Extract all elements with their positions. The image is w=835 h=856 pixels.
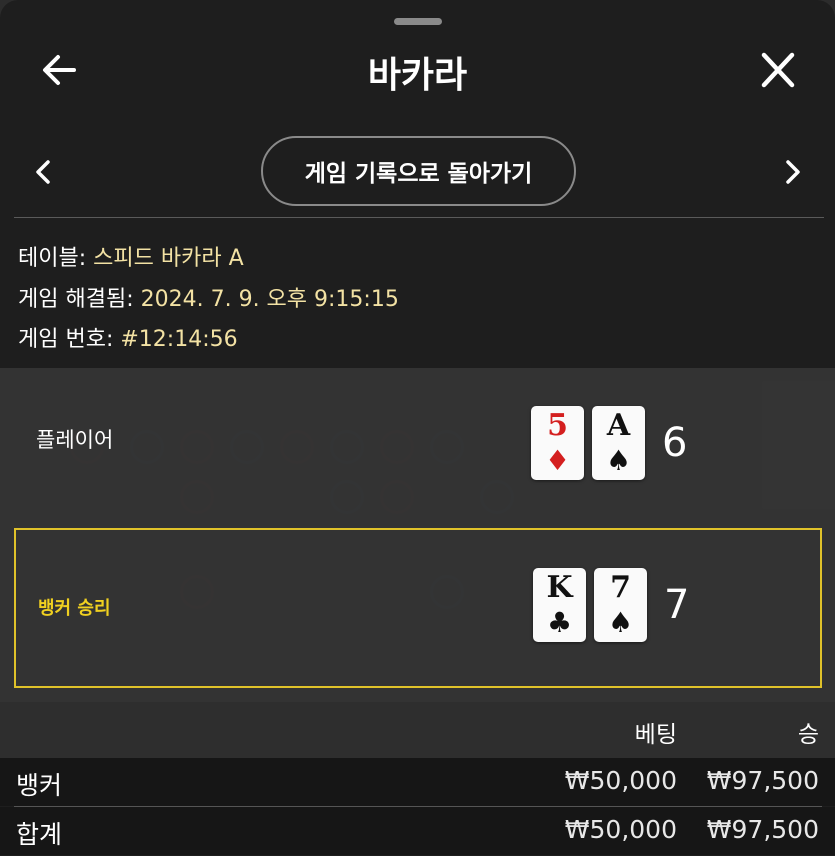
card-rank: K xyxy=(546,570,573,605)
chevron-left-icon xyxy=(36,160,50,184)
bets-table-header: 베팅 승 xyxy=(0,702,835,758)
card-rank: A xyxy=(606,408,631,443)
resolved-value: 2024. 7. 9. 오후 9:15:15 xyxy=(140,287,399,312)
game-number-label: 게임 번호: xyxy=(18,327,121,352)
previous-game-button[interactable] xyxy=(28,156,58,188)
banker-hand: 뱅커 승리 K ♣ 7 ♠ 7 xyxy=(14,528,822,688)
banker-score: 7 xyxy=(664,582,690,628)
diamond-icon: ♦ xyxy=(544,444,571,477)
banker-card-2: 7 ♠ xyxy=(594,568,647,642)
row-win: ₩97,500 xyxy=(706,815,819,844)
divider xyxy=(14,217,824,218)
bet-column-header: 베팅 xyxy=(634,722,677,748)
win-column-header: 승 xyxy=(797,722,819,748)
row-win: ₩97,500 xyxy=(706,766,819,795)
close-icon xyxy=(761,52,795,88)
table-row-total: 합계 ₩50,000 ₩97,500 xyxy=(0,807,835,855)
resolved-label: 게임 해결됨: xyxy=(18,287,141,312)
player-card-2: A ♠ xyxy=(592,406,645,480)
player-label: 플레이어 xyxy=(36,428,114,452)
card-rank: 7 xyxy=(610,570,631,605)
table-label: 테이블: xyxy=(18,246,94,271)
card-rank: 5 xyxy=(547,408,568,443)
resolved-info: 게임 해결됨: 2024. 7. 9. 오후 9:15:15 xyxy=(18,281,399,313)
header: 바카라 xyxy=(0,40,835,100)
banker-win-label: 뱅커 승리 xyxy=(38,598,111,619)
close-button[interactable] xyxy=(756,50,800,90)
row-bet: ₩50,000 xyxy=(564,815,677,844)
game-number-info: 게임 번호: #12:14:56 xyxy=(18,321,238,353)
chevron-right-icon xyxy=(786,160,800,184)
row-bet: ₩50,000 xyxy=(564,766,677,795)
table-info: 테이블: 스피드 바카라 A xyxy=(18,240,244,272)
row-name: 합계 xyxy=(16,820,63,849)
row-name: 뱅커 xyxy=(16,771,63,800)
player-hand: 플레이어 5 ♦ A ♠ 6 xyxy=(14,368,822,528)
player-card-1: 5 ♦ xyxy=(531,406,584,480)
spade-icon: ♠ xyxy=(605,444,632,477)
next-game-button[interactable] xyxy=(778,156,808,188)
club-icon: ♣ xyxy=(546,606,573,639)
drag-handle[interactable] xyxy=(394,18,442,25)
back-to-history-button[interactable]: 게임 기록으로 돌아가기 xyxy=(261,136,576,206)
game-detail-sheet: 바카라 게임 기록으로 돌아가기 테이블: 스피드 바카라 A 게임 해결됨: … xyxy=(0,0,835,856)
table-row: 뱅커 ₩50,000 ₩97,500 xyxy=(0,758,835,806)
player-score: 6 xyxy=(662,420,688,466)
banker-card-1: K ♣ xyxy=(533,568,586,642)
page-title: 바카라 xyxy=(367,55,468,96)
hands-panel: 플레이어 5 ♦ A ♠ 6 뱅커 승리 K ♣ 7 ♠ 7 xyxy=(0,368,835,702)
game-number-value: #12:14:56 xyxy=(120,327,238,352)
game-navigation: 게임 기록으로 돌아가기 xyxy=(0,136,835,208)
spade-icon: ♠ xyxy=(607,606,634,639)
table-value: 스피드 바카라 A xyxy=(93,246,244,271)
